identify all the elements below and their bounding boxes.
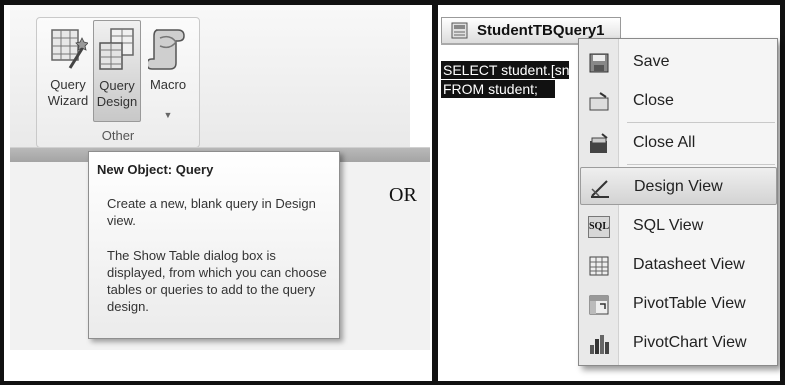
menu-item-label: Close bbox=[633, 92, 674, 109]
query-wizard-label-line1: Query bbox=[50, 77, 86, 92]
context-menu: Save Close Close All Design View SQL SQL… bbox=[578, 38, 778, 366]
menu-item-sql-view[interactable]: SQL SQL View bbox=[580, 207, 777, 245]
menu-item-design-view[interactable]: Design View bbox=[580, 167, 777, 205]
tooltip: New Object: Query Create a new, blank qu… bbox=[88, 151, 340, 339]
menu-item-label: PivotTable View bbox=[633, 295, 746, 312]
save-icon bbox=[589, 53, 609, 73]
ribbon-group-label: Other bbox=[101, 128, 135, 143]
menu-item-close-all[interactable]: Close All bbox=[580, 124, 777, 162]
macro-label: Macro bbox=[149, 77, 187, 92]
sql-text-line[interactable]: SELECT student.[sn bbox=[441, 61, 569, 79]
macro-button[interactable]: Macro ▼ bbox=[141, 20, 195, 122]
query-tab-icon bbox=[451, 22, 468, 39]
datasheet-view-icon bbox=[589, 256, 609, 276]
sql-text-line[interactable]: FROM student; bbox=[441, 80, 555, 98]
ribbon-group-other: Query Wizard Query Design Macro ▼ Other bbox=[36, 17, 200, 148]
menu-item-pivotchart-view[interactable]: PivotChart View bbox=[580, 324, 777, 362]
menu-item-close[interactable]: Close bbox=[580, 82, 777, 120]
tooltip-description: Create a new, blank query in Design view… bbox=[107, 196, 316, 228]
menu-item-pivottable-view[interactable]: PivotTable View bbox=[580, 285, 777, 323]
query-design-icon bbox=[99, 28, 134, 70]
frame-border-right bbox=[780, 0, 785, 385]
menu-item-label: Design View bbox=[634, 178, 723, 195]
query-design-label-line2: Design bbox=[96, 94, 138, 109]
menu-item-label: Datasheet View bbox=[633, 256, 745, 273]
query-wizard-label-line2: Wizard bbox=[47, 93, 89, 108]
close-icon bbox=[589, 92, 609, 111]
menu-item-datasheet-view[interactable]: Datasheet View bbox=[580, 246, 777, 284]
menu-separator bbox=[627, 164, 775, 165]
menu-item-label: PivotChart View bbox=[633, 334, 747, 351]
query-wizard-icon bbox=[51, 29, 88, 69]
menu-item-label: Close All bbox=[633, 134, 696, 151]
menu-item-save[interactable]: Save bbox=[580, 43, 777, 81]
ribbon: Query Wizard Query Design Macro ▼ Other bbox=[10, 5, 410, 148]
frame-border-bottom bbox=[0, 381, 785, 385]
close-all-icon bbox=[590, 133, 608, 153]
menu-separator bbox=[627, 122, 775, 123]
query-wizard-button[interactable]: Query Wizard bbox=[43, 20, 93, 122]
or-separator-text: OR bbox=[389, 184, 417, 206]
tooltip-title: New Object: Query bbox=[97, 162, 214, 177]
menu-item-label: Save bbox=[633, 53, 670, 70]
design-view-icon bbox=[591, 180, 609, 198]
pivottable-view-icon bbox=[589, 295, 609, 315]
macro-scroll-icon bbox=[148, 29, 185, 70]
sql-view-icon: SQL bbox=[588, 216, 610, 238]
chevron-down-icon[interactable]: ▼ bbox=[164, 110, 173, 120]
query-design-label-line1: Query bbox=[99, 78, 135, 93]
query-design-button[interactable]: Query Design bbox=[93, 20, 141, 122]
pivotchart-view-icon bbox=[590, 335, 609, 354]
query-tab-title: StudentTBQuery1 bbox=[477, 22, 605, 39]
menu-item-label: SQL View bbox=[633, 217, 704, 234]
tooltip-details: The Show Table dialog box is displayed, … bbox=[107, 248, 327, 314]
